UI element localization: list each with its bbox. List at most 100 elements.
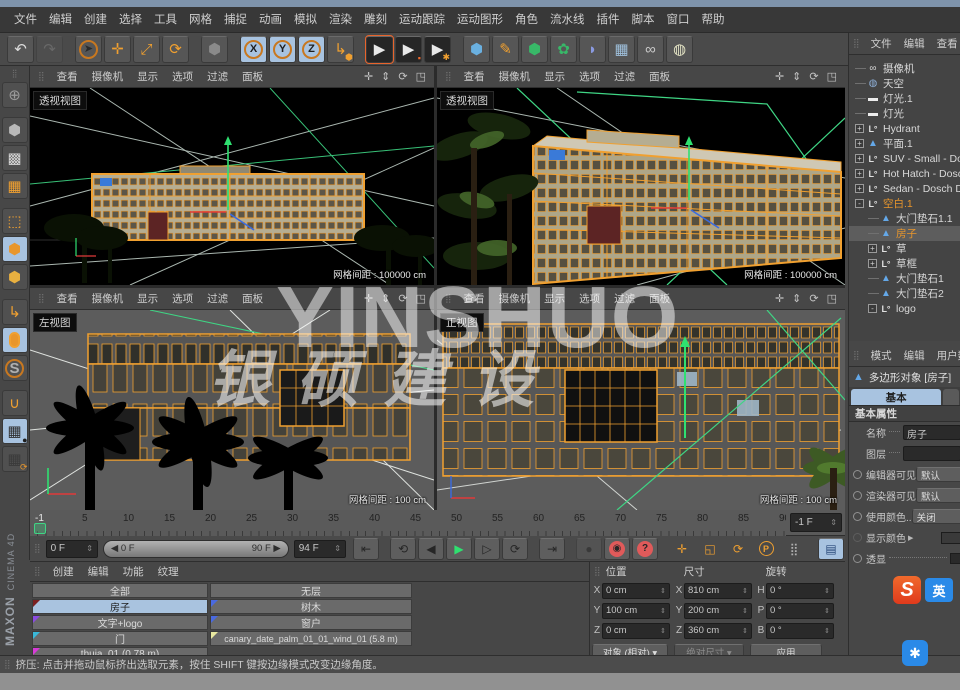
viewport-menu-显示[interactable]: 显示 — [130, 69, 165, 84]
expand-icon[interactable]: + — [855, 184, 864, 193]
tab-next-fragment[interactable] — [943, 389, 959, 405]
polygons-mode-button[interactable]: ⬢ — [2, 264, 28, 290]
viewport-menu-查看[interactable]: 查看 — [457, 69, 492, 84]
lock-z-axis-button[interactable]: Z — [298, 36, 325, 63]
panel-grip[interactable]: ⣿ — [594, 566, 600, 577]
layer-menu-纹理[interactable]: 纹理 — [151, 564, 186, 579]
viewport-menu-面板[interactable]: 面板 — [235, 69, 270, 84]
object-row-空白.1[interactable]: -L°空白.1 — [849, 196, 960, 211]
current-frame-marker[interactable] — [34, 523, 46, 534]
object-row-Hydrant[interactable]: +L°Hydrant — [849, 121, 960, 136]
object-row-大门垫石1[interactable]: ▲大门垫石1 — [849, 271, 960, 286]
render-picture-viewer-button[interactable]: ▶▪ — [395, 36, 422, 63]
viewport-perspective-1[interactable]: ⣿查看摄像机显示选项过滤面板✛⇕⟳◳ — [30, 66, 434, 285]
viewport-front[interactable]: ⣿查看摄像机显示选项过滤面板✛⇕⟳◳ — [437, 288, 845, 510]
menu-item-18[interactable]: 帮助 — [696, 7, 731, 33]
model-mode-button[interactable]: ⬢ — [2, 117, 28, 143]
redo-button[interactable]: ↷ — [36, 36, 63, 63]
sogou-ime-logo[interactable]: S — [893, 576, 921, 604]
object-row-大门垫石1.1[interactable]: ▲大门垫石1.1 — [849, 211, 960, 226]
mograph-cloner-button[interactable]: ✿ — [550, 36, 577, 63]
coord-field-尺寸-Y[interactable]: 200 cm⇕ — [684, 603, 752, 619]
coord-field-位置-Y[interactable]: 100 cm⇕ — [602, 603, 670, 619]
menu-item-8[interactable]: 模拟 — [288, 7, 323, 33]
move-tool-button[interactable]: ✛ — [104, 36, 131, 63]
viewport-menu-选项[interactable]: 选项 — [165, 69, 200, 84]
maximize-view-icon[interactable]: ◳ — [823, 70, 841, 83]
workplane-align-button[interactable]: ▦⟳ — [2, 446, 28, 472]
soft-selection-button[interactable]: S — [2, 355, 28, 381]
viewport-menu-查看[interactable]: 查看 — [50, 69, 85, 84]
menu-item-12[interactable]: 运动图形 — [451, 7, 509, 33]
om-menu-编辑[interactable]: 编辑 — [898, 36, 931, 51]
viewport-menu-选项[interactable]: 选项 — [165, 291, 200, 306]
play-button[interactable]: ▶ — [446, 538, 472, 560]
ime-toolbox-button[interactable]: ✱ — [902, 640, 928, 666]
enable-axis-button[interactable]: ↳ — [2, 299, 28, 325]
timeline-mode-button[interactable]: ▤ — [818, 538, 844, 560]
floor-object-button[interactable]: ▦ — [608, 36, 635, 63]
viewport-left[interactable]: ⣿查看摄像机显示选项过滤面板✛⇕⟳◳ — [30, 288, 434, 510]
rotate-view-icon[interactable]: ⟳ — [394, 292, 411, 305]
layer-cell[interactable]: 树木 — [210, 599, 412, 614]
layer-menu-功能[interactable]: 功能 — [116, 564, 151, 579]
key-rotation-button[interactable]: ⟳ — [725, 538, 751, 560]
animation-dot-icon[interactable] — [853, 512, 862, 521]
viewport-menu-显示[interactable]: 显示 — [537, 69, 572, 84]
viewport-menu-摄像机[interactable]: 摄像机 — [492, 291, 538, 306]
attribute-input-图层[interactable] — [903, 446, 960, 461]
menu-item-2[interactable]: 创建 — [78, 7, 113, 33]
viewport-grip[interactable]: ⣿ — [445, 71, 451, 82]
object-row-Hot Hatch - Dosch[interactable]: +L°Hot Hatch - Dosch — [849, 166, 960, 181]
pen-spline-tool-button[interactable]: ✎ — [492, 36, 519, 63]
expand-icon[interactable]: + — [868, 259, 877, 268]
render-settings-button[interactable]: ▶✱ — [424, 36, 451, 63]
dolly-view-icon[interactable]: ⇕ — [377, 292, 394, 305]
am-menu-用户数据[interactable]: 用户数据 — [931, 348, 960, 363]
panel-grip[interactable]: ⣿ — [853, 38, 859, 49]
statusbar-grip[interactable]: ⣿ — [4, 659, 10, 670]
expand-icon[interactable]: + — [855, 139, 864, 148]
timeline-ruler-track[interactable]: -151015202530354045505560657075808590 — [30, 510, 786, 536]
autokeying-button[interactable]: ◉ — [604, 538, 630, 560]
expand-icon[interactable]: + — [855, 154, 864, 163]
maximize-view-icon[interactable]: ◳ — [412, 292, 430, 305]
prev-key-button[interactable]: ⟲ — [390, 538, 416, 560]
attribute-color-swatch[interactable] — [941, 532, 960, 544]
next-frame-button[interactable]: ▷ — [474, 538, 500, 560]
coordinate-system-button[interactable]: ↳⬢ — [327, 36, 354, 63]
render-view-button[interactable]: ▶ — [366, 36, 393, 63]
menu-item-11[interactable]: 运动跟踪 — [393, 7, 451, 33]
live-selection-button[interactable]: ➤ — [75, 36, 102, 63]
edges-mode-button[interactable]: ⬢ — [2, 236, 28, 262]
lock-x-axis-button[interactable]: X — [240, 36, 267, 63]
timeline-ruler[interactable]: -151015202530354045505560657075808590 -1… — [30, 510, 845, 536]
layer-cell[interactable]: 无层 — [210, 583, 412, 598]
object-row-灯光[interactable]: ▬灯光 — [849, 106, 960, 121]
panel-grip[interactable]: ⣿ — [34, 566, 40, 577]
pan-view-icon[interactable]: ✛ — [771, 70, 788, 83]
add-cube-object-button[interactable]: ⬢ — [463, 36, 490, 63]
object-row-SUV - Small - Dosch[interactable]: +L°SUV - Small - Dosch — [849, 151, 960, 166]
viewport-4-canvas[interactable] — [437, 310, 845, 510]
light-object-button[interactable]: ◍ — [666, 36, 693, 63]
animation-dot-icon[interactable] — [853, 491, 862, 500]
end-frame-field[interactable]: 94 F⇕ — [294, 540, 346, 558]
palette-grip[interactable]: ⣿ — [12, 69, 18, 78]
attribute-dropdown-编辑器可见[interactable]: 默认 — [916, 467, 960, 482]
key-position-button[interactable]: ✛ — [669, 538, 695, 560]
viewport-1-canvas[interactable] — [30, 88, 434, 285]
viewport-menu-选项[interactable]: 选项 — [572, 291, 607, 306]
viewport-perspective-2[interactable]: ⣿查看摄像机显示选项过滤面板✛⇕⟳◳ — [437, 66, 845, 285]
pan-view-icon[interactable]: ✛ — [360, 70, 377, 83]
layer-cell[interactable]: 全部 — [32, 583, 208, 598]
object-row-摄像机[interactable]: ∞摄像机 — [849, 61, 960, 76]
expand-icon[interactable]: + — [855, 124, 864, 133]
layer-menu-创建[interactable]: 创建 — [46, 564, 81, 579]
coord-field-旋转-P[interactable]: 0 °⇕ — [766, 603, 834, 619]
layer-cell[interactable]: 门 — [32, 631, 208, 646]
snap-settings-button[interactable]: ∪ — [2, 390, 28, 416]
viewport-menu-面板[interactable]: 面板 — [642, 69, 677, 84]
object-row-天空[interactable]: ◍天空 — [849, 76, 960, 91]
viewport-menu-面板[interactable]: 面板 — [642, 291, 677, 306]
